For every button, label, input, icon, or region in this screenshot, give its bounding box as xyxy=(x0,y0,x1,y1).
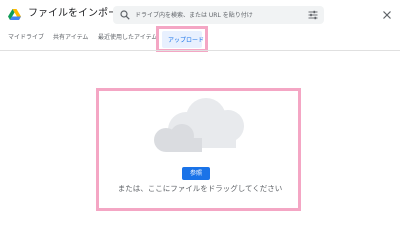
filter-sliders-icon[interactable] xyxy=(308,10,318,20)
google-drive-icon xyxy=(8,9,21,20)
tab-shared-with-me[interactable]: 共有アイテム xyxy=(53,34,88,42)
tab-upload-highlight: アップロード xyxy=(156,26,208,52)
browse-button[interactable]: 参照 xyxy=(182,167,210,180)
cloud-illustration xyxy=(154,98,244,152)
tab-recent[interactable]: 最近使用したアイテム xyxy=(98,34,157,42)
tabs-divider xyxy=(0,50,400,51)
tab-upload[interactable]: アップロード xyxy=(162,31,205,48)
search-input[interactable] xyxy=(135,6,300,24)
close-icon[interactable] xyxy=(382,10,392,20)
import-file-dialog: ファイルをインポート マイドライブ 共有アイテム 最近使用したアイテム xyxy=(0,0,400,245)
search-icon[interactable] xyxy=(120,10,130,20)
tab-upload-label: アップロード xyxy=(168,37,205,44)
tab-my-drive[interactable]: マイドライブ xyxy=(8,34,44,42)
drag-instructions: または、ここにファイルをドラッグしてください xyxy=(117,184,283,193)
search-box[interactable] xyxy=(113,6,324,24)
